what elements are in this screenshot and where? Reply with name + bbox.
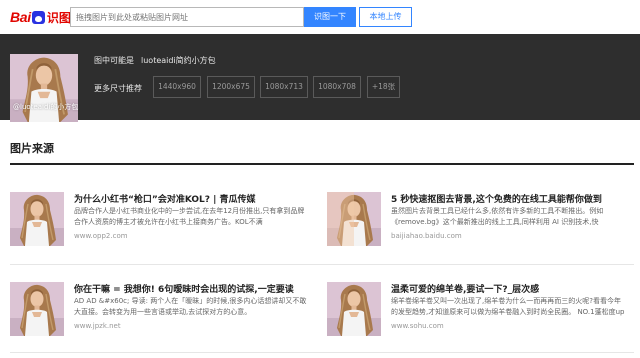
search-image-button[interactable]: 识图一下 bbox=[304, 7, 356, 27]
image-watermark: @luoteaidi的小方包 bbox=[13, 103, 79, 111]
source-thumbnail[interactable] bbox=[10, 192, 64, 246]
logo-shitu-text: 识图 bbox=[46, 10, 71, 25]
baidu-shitu-logo[interactable]: Bai 识图 bbox=[10, 8, 71, 26]
source-description: 绵羊卷绵羊卷又叫一次出现了,绵羊卷为什么一而再再而三的火呢?看看今年的发型趋势,… bbox=[391, 297, 625, 316]
source-title[interactable]: 温柔可爱的绵羊卷,要试一下?_层次感 bbox=[391, 282, 627, 295]
result-hero: @luoteaidi的小方包 图中可能是 luoteaidi简约小方包 更多尺寸… bbox=[0, 34, 640, 122]
source-card[interactable]: 为什么小红书“枪口”会对准KOL? | 青瓜传媒 品牌合作人是小红书商业化中的一… bbox=[10, 192, 310, 252]
logo-text: Bai bbox=[10, 9, 31, 25]
more-sizes-label: 更多尺寸推荐 bbox=[94, 84, 142, 93]
source-description: AD AD &#x60c; 导读: 两个人在「暧昧」的时候,很多内心话想讲却又不… bbox=[74, 297, 307, 316]
section-title-sources: 图片来源 bbox=[10, 142, 54, 155]
size-option[interactable]: 1080x713 bbox=[260, 76, 308, 98]
source-thumbnail[interactable] bbox=[10, 282, 64, 336]
query-image-thumbnail[interactable]: @luoteaidi的小方包 bbox=[10, 54, 78, 122]
local-upload-button[interactable]: 本地上传 bbox=[359, 7, 412, 27]
source-thumbnail[interactable] bbox=[327, 282, 381, 336]
top-bar: Bai 识图 识图一下 本地上传 bbox=[0, 0, 640, 34]
more-sizes-count[interactable]: +18张 bbox=[367, 76, 400, 98]
source-thumbnail[interactable] bbox=[327, 192, 381, 246]
source-title[interactable]: 为什么小红书“枪口”会对准KOL? | 青瓜传媒 bbox=[74, 192, 310, 205]
paw-icon bbox=[31, 10, 45, 24]
source-description: 品牌合作人是小红书商业化中的一步尝试,在去年12月份推出,只有拿到品牌合作人资质… bbox=[74, 207, 305, 226]
source-title[interactable]: 你在干嘛 = 我想你! 6句暧昧时会出现的试探,一定要读 bbox=[74, 282, 310, 295]
source-card[interactable]: 温柔可爱的绵羊卷,要试一下?_层次感 绵羊卷绵羊卷又叫一次出现了,绵羊卷为什么一… bbox=[327, 282, 627, 342]
row-divider bbox=[10, 352, 634, 353]
source-card[interactable]: 5 秒快速抠图去背景,这个免费的在线工具能帮你做到 虽然图片去背景工具已经什么多… bbox=[327, 192, 627, 252]
source-card[interactable]: 你在干嘛 = 我想你! 6句暧昧时会出现的试探,一定要读 AD AD &#x60… bbox=[10, 282, 310, 342]
section-divider bbox=[10, 163, 634, 165]
source-description: 虽然图片去背景工具已经什么多,依然有许多新的工具不断推出。例如《remove.b… bbox=[391, 207, 604, 226]
source-domain: baijiahao.baidu.com bbox=[391, 232, 462, 240]
size-option[interactable]: 1440x960 bbox=[153, 76, 201, 98]
source-domain: www.sohu.com bbox=[391, 322, 444, 330]
size-option[interactable]: 1080x708 bbox=[313, 76, 361, 98]
guess-value[interactable]: luoteaidi简约小方包 bbox=[141, 55, 216, 66]
image-url-input[interactable] bbox=[70, 7, 304, 27]
guess-label: 图中可能是 bbox=[94, 56, 134, 65]
source-domain: www.opp2.com bbox=[74, 232, 128, 240]
source-title[interactable]: 5 秒快速抠图去背景,这个免费的在线工具能帮你做到 bbox=[391, 192, 627, 205]
source-domain: www.jpzk.net bbox=[74, 322, 121, 330]
row-divider bbox=[10, 264, 634, 265]
size-option[interactable]: 1200x675 bbox=[207, 76, 255, 98]
